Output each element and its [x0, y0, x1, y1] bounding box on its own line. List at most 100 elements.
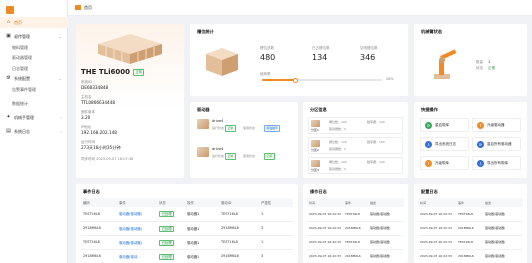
drive-image: [197, 147, 209, 157]
table-row[interactable]: 2023-09-07 16:22:33 TEST16L8 驱动器(驱动器): [418, 235, 523, 250]
robot-icon: ✦: [6, 114, 11, 120]
table-cell: 2023-09-07 16:22:33: [307, 221, 343, 236]
table-cell: 1: [259, 207, 293, 222]
robot-field-label: 数量: [476, 60, 483, 64]
status-badge: 已处理: [159, 239, 175, 246]
action-label: 重启带库: [435, 122, 449, 127]
sync-time: 同步时间 2023-09-07 18:07:38: [81, 157, 134, 161]
table-row[interactable]: 2918M6L6 驱动器(驱动器) 已处理 驱动器1 2918M6L6 3: [81, 221, 293, 236]
export-log-button[interactable]: ⇩ 导出系统日志: [420, 137, 469, 151]
page-title: 首页: [84, 5, 92, 10]
sidebar-item-home[interactable]: ⌂ 首页: [0, 17, 68, 28]
table-cell: 驱动器(驱动器): [483, 207, 523, 222]
drive-label: 使用状态: [243, 126, 256, 130]
table-cell[interactable]: 驱动器(驱动器): [117, 207, 157, 222]
events-table: 编码 事件 状态 操作 驱动ID 严重性 TEST16L8 驱动器(驱动器) 已…: [81, 198, 293, 263]
export-all-button[interactable]: ⇩ 导出所有带库: [472, 156, 521, 170]
drive-status-badge: 正常: [225, 125, 236, 132]
table-cell: 已处理: [157, 249, 185, 263]
table-cell: 驱动器1: [185, 249, 219, 263]
stat-value: 346: [360, 53, 376, 62]
table-row[interactable]: TEST16L8 驱动器(驱动器) 已处理 驱动器1 TEST16L8 1: [81, 207, 293, 222]
robot-field-value: 1: [488, 59, 491, 64]
partition-used: 磁带槽：100: [367, 120, 385, 124]
table-row[interactable]: 2023-09-07 16:22:33 2918M6L6 驱动器(驱动器): [418, 221, 523, 236]
table-row[interactable]: 2023-09-07 16:22:33 TEST16L8 驱动器(驱动器): [307, 235, 404, 250]
upgrade-library-button[interactable]: ↑ 升级带库: [420, 156, 469, 170]
drives-restart-icon: ⟳: [477, 140, 484, 148]
table-cell[interactable]: 驱动器(驱动器): [117, 221, 157, 236]
table-cell: 2918M6L6: [343, 221, 368, 236]
partition-image: [311, 140, 320, 147]
table-cell: TEST16L8: [219, 235, 259, 250]
table-row[interactable]: 2918M6L6 驱动器(驱动... 已处理 驱动器1 2918M6L6 3: [81, 249, 293, 263]
table-row[interactable]: 2023-09-07 16:22:33 2918M6L6 驱动器(驱动器): [307, 249, 404, 263]
table-cell: 驱动器1: [185, 207, 219, 222]
sidebar-item-robot[interactable]: ✦ 机械手管理 ›: [0, 112, 68, 123]
table-cell: TEST16L8: [219, 207, 259, 222]
table-header: 编码 事件 状态 操作 驱动ID 严重性: [81, 198, 293, 207]
column-header: 操作: [185, 198, 219, 207]
field-value: TTL0866634448: [81, 100, 116, 105]
sidebar-item-label: 叔传管理: [14, 33, 30, 39]
partition-item[interactable]: 分区3 槽位数：100 磁带槽：100 驱动器数：2: [308, 157, 403, 174]
table-cell: 已处理: [157, 207, 185, 222]
device-name: THE TLi6000: [81, 68, 130, 76]
usage-progress-bar: [262, 77, 382, 83]
table-cell: 驱动器1: [185, 235, 219, 250]
table-cell: 2023-09-07 16:22:33: [418, 249, 456, 263]
table-row[interactable]: TEST16L8 驱动器(驱动器) 已处理 驱动器1 TEST16L8 1: [81, 235, 293, 250]
table-cell: 2023-09-07 16:22:33: [418, 207, 456, 222]
topbar: 首页: [68, 0, 532, 16]
partition-image: [311, 120, 320, 127]
action-label: 重启所有驱动器: [487, 141, 512, 146]
sidebar-item-label: 首页: [14, 19, 22, 25]
status-badge: 已处理: [159, 225, 175, 232]
table-row[interactable]: 2023-09-07 16:22:33 2918M6L6 驱动器(驱动器): [418, 249, 523, 263]
partition-slots: 槽位数：100: [329, 160, 347, 164]
table-cell: 2918M6L6: [219, 249, 259, 263]
action-label: 导出所有带库: [487, 160, 508, 165]
table-cell[interactable]: 驱动器(驱动器): [117, 235, 157, 250]
upgrade-drive-button[interactable]: ↑ 升级驱动器: [472, 118, 521, 132]
sidebar-item-label: 驱动器管理: [12, 54, 32, 60]
sidebar-item-syslog[interactable]: ▤ 系统日志 ›: [0, 126, 68, 137]
table-header: 时间 事件 描述: [307, 198, 404, 207]
log-icon: ▤: [6, 128, 11, 134]
field-value: 3.20: [81, 115, 91, 120]
table-cell: 驱动器(驱动器): [483, 249, 523, 263]
sidebar-item-device[interactable]: ▣ 叔传管理 ⌄: [0, 31, 68, 42]
quick-actions-card: 快捷操作 ⟳ 重启带库 ↑ 升级驱动器 ⇩ 导出系统日志 ⟳ 重启所有驱动器 ↑ 升级带库…: [414, 102, 527, 178]
partition-item[interactable]: 分区1 槽位数：100 磁带槽：100 驱动器数：2: [308, 117, 403, 134]
table-row[interactable]: 2023-09-07 16:22:33 TEST16L8 驱动器(驱动器): [418, 207, 523, 222]
restart-drives-button[interactable]: ⟳ 重启所有驱动器: [472, 137, 521, 151]
partition-image: [311, 160, 320, 167]
stat-label: 已占槽位数: [312, 46, 330, 50]
table-cell: 驱动器(驱动器): [368, 207, 404, 222]
sidebar-item-label: 物料管理: [12, 44, 28, 50]
column-header: 时间: [418, 198, 456, 207]
usage-progress-fill: [262, 79, 296, 81]
table-row[interactable]: 2023-09-07 16:22:33 TEST16L8 驱动器(驱动器): [307, 207, 404, 222]
robot-field-value: 正常: [488, 65, 496, 70]
sidebar-item-label: 告警事件管理: [12, 86, 36, 92]
table-cell[interactable]: 驱动器(驱动...: [117, 249, 157, 263]
events-card: 事件日志 编码 事件 状态 操作 驱动ID 严重性 TEST16L8 驱动器(驱…: [76, 184, 298, 263]
table-row[interactable]: 2023-09-07 16:22:33 2918M6L6 驱动器(驱动器): [307, 221, 404, 236]
sidebar-item-stats[interactable]: 数据统计: [0, 98, 68, 109]
table-cell: TEST16L8: [81, 207, 117, 222]
drive-label: 运行状态: [212, 126, 225, 130]
table-cell: 2023-09-07 16:22:33: [418, 221, 456, 236]
table-cell: 驱动器(驱动器): [368, 221, 404, 236]
partition-slots: 槽位数：100: [329, 120, 347, 124]
table-cell: 2918M6L6: [456, 221, 483, 236]
restart-library-button[interactable]: ⟳ 重启带库: [420, 118, 469, 132]
card-title: 事件日志: [83, 189, 100, 194]
upgrade-icon: ↑: [477, 121, 484, 129]
sidebar-item-drives[interactable]: 驱动器管理: [0, 52, 68, 63]
partition-item[interactable]: 分区2 槽位数：100 磁带槽：100 驱动器数：2: [308, 137, 403, 154]
card-title: 驱动器: [197, 107, 210, 112]
sidebar-item-alarms[interactable]: 告警事件管理: [0, 84, 68, 95]
sidebar-item-system[interactable]: ⚙ 系统配置 ⌄: [0, 73, 68, 84]
status-badge: 已处理: [159, 253, 175, 260]
